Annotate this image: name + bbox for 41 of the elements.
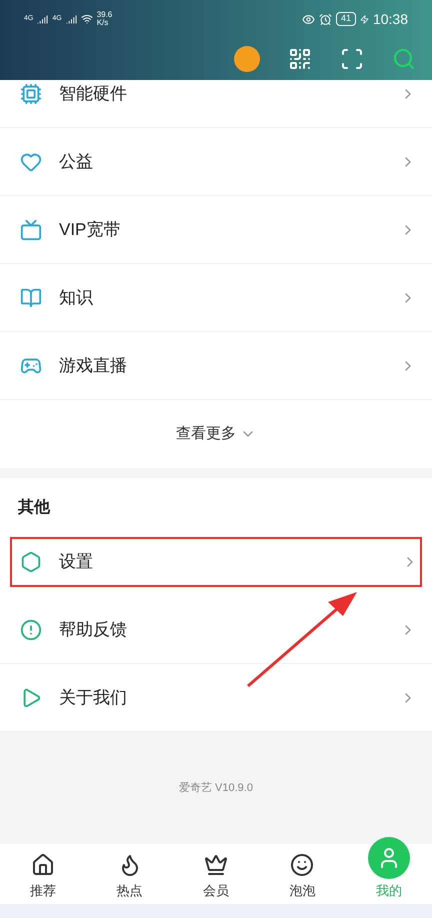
avatar-icon[interactable] <box>234 46 260 72</box>
menu-item[interactable]: 智能硬件 <box>0 80 432 128</box>
heart-icon <box>20 150 42 172</box>
section-title: 其他 <box>18 498 50 518</box>
menu-label: VIP宽带 <box>59 218 122 241</box>
home-icon <box>31 852 56 876</box>
face-icon <box>290 852 314 876</box>
clock-time: 10:38 <box>372 10 408 28</box>
speed-unit: K/s <box>96 19 110 27</box>
scan-icon[interactable] <box>340 47 364 71</box>
nav-tab[interactable]: 会员 <box>172 844 260 904</box>
qr-code-icon[interactable] <box>288 47 312 71</box>
alarm-icon <box>318 12 332 26</box>
chip-icon <box>20 82 42 104</box>
menu-item[interactable]: VIP宽带 <box>0 196 432 264</box>
menu-label: 公益 <box>59 150 94 173</box>
alert-icon <box>20 618 42 640</box>
menu-item[interactable]: 设置 <box>10 537 422 587</box>
menu-label: 帮助反馈 <box>59 618 128 641</box>
signal-icon <box>37 14 48 24</box>
nav-tab[interactable]: 热点 <box>86 844 173 904</box>
menu-item[interactable]: 游戏直播 <box>0 332 432 400</box>
menu-item[interactable]: 公益 <box>0 128 432 196</box>
menu-item[interactable]: 知识 <box>0 264 432 332</box>
nav-tab[interactable]: 推荐 <box>0 844 86 904</box>
book-icon <box>20 286 42 308</box>
nav-tab[interactable]: 泡泡 <box>259 844 346 904</box>
battery-level: 41 <box>336 12 356 26</box>
menu-label: 知识 <box>59 286 94 309</box>
menu-label: 关于我们 <box>59 686 128 709</box>
charging-icon <box>360 14 369 24</box>
see-more-link[interactable]: 查看更多 <box>176 422 236 446</box>
menu-label: 设置 <box>59 551 94 574</box>
crown-icon <box>204 852 228 876</box>
settings-icon <box>20 551 42 573</box>
speed-value: 39.6 <box>96 11 112 19</box>
menu-label: 智能硬件 <box>59 82 128 105</box>
eye-icon <box>302 12 315 26</box>
menu-label: 游戏直播 <box>59 354 128 377</box>
tv-icon <box>20 218 42 240</box>
version-text: 爱奇艺 V10.9.0 <box>179 780 253 796</box>
